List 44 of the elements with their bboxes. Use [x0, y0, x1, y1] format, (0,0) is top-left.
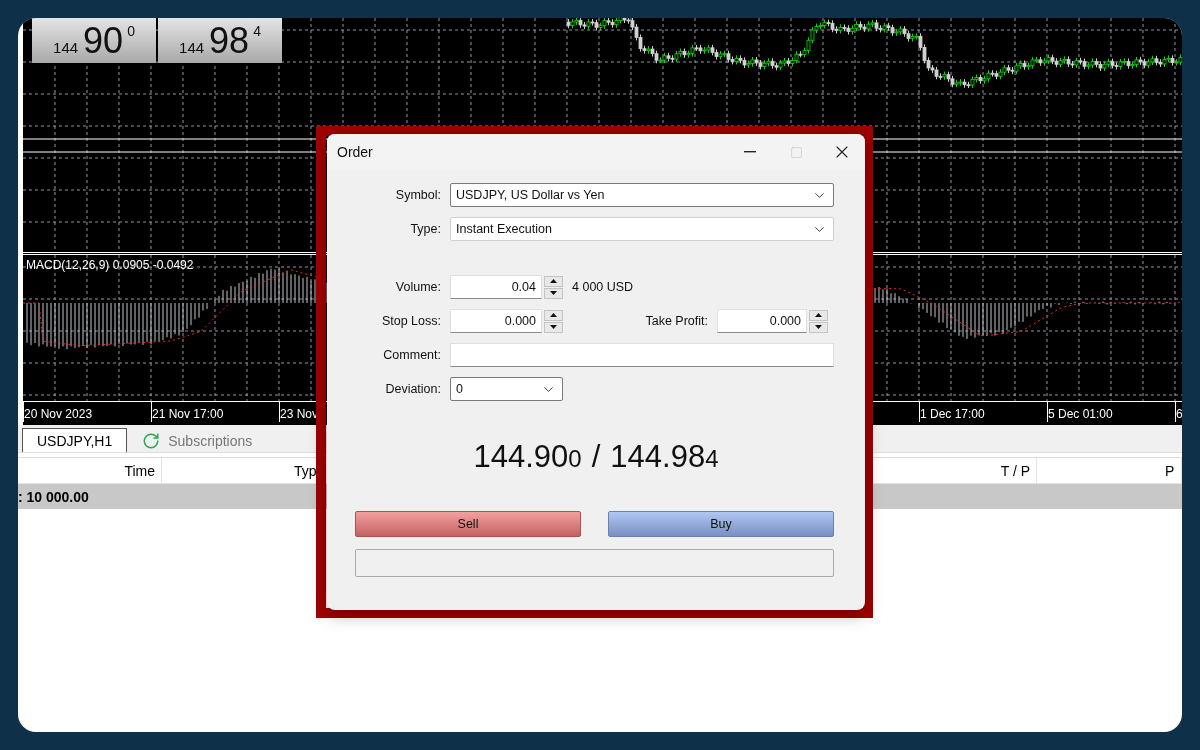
- field-label: Volume:: [394, 280, 441, 294]
- indicator-label: MACD(12,26,9) 0.0905 -0.0492: [26, 258, 194, 272]
- time-axis-label: 20 Nov 2023: [23, 402, 93, 422]
- comment-field[interactable]: [450, 343, 834, 367]
- symbol-dropdown[interactable]: USDJPY, US Dollar vs Yen: [450, 183, 834, 207]
- triangle-up-icon: [550, 313, 557, 317]
- price-quote: 144.900 / 144.984: [472, 439, 720, 475]
- minimize-icon: [744, 151, 756, 153]
- spin-up-button[interactable]: [544, 275, 563, 287]
- spin-up-button[interactable]: [544, 309, 563, 321]
- chart-tab[interactable]: USDJPY,H1: [22, 428, 128, 452]
- chart-tab[interactable]: Subscriptions: [127, 428, 268, 452]
- buy-button[interactable]: Buy: [608, 511, 834, 537]
- triangle-up-icon: [550, 279, 557, 283]
- sell-button[interactable]: Sell: [355, 511, 581, 537]
- triangle-down-icon: [550, 291, 557, 295]
- field-label: Stop Loss:: [380, 314, 441, 328]
- spin-down-button[interactable]: [544, 321, 563, 333]
- window-title: Order: [337, 144, 374, 160]
- field-label: Deviation:: [384, 382, 441, 396]
- volume-field[interactable]: 0.04: [450, 275, 542, 299]
- take-profit-field[interactable]: 0.000: [717, 309, 807, 333]
- triangle-down-icon: [815, 325, 822, 329]
- field-label: Symbol:: [394, 188, 441, 202]
- spin-down-button[interactable]: [809, 321, 828, 333]
- volume-note: 4 000 USD: [572, 280, 634, 294]
- time-axis-label: 1 Dec 17:00: [919, 402, 985, 422]
- field-label: Comment:: [382, 348, 441, 362]
- spin-up-button[interactable]: [809, 309, 828, 321]
- field-label: Take Profit:: [644, 314, 708, 328]
- maximize-icon: [789, 145, 803, 159]
- stop-loss-field[interactable]: 0.000: [450, 309, 542, 333]
- field-label: Type:: [409, 222, 441, 236]
- time-axis-label: 21 Nov 17:00: [151, 402, 224, 422]
- refresh-icon: [142, 431, 161, 450]
- column-header[interactable]: P: [1037, 458, 1182, 483]
- column-header[interactable]: Time: [18, 458, 162, 483]
- time-axis-label: 5 Dec 01:00: [1047, 402, 1113, 422]
- triangle-up-icon: [815, 313, 822, 317]
- triangle-down-icon: [550, 325, 557, 329]
- deviation-dropdown[interactable]: 0: [450, 377, 563, 401]
- spin-down-button[interactable]: [544, 287, 563, 299]
- type-dropdown[interactable]: Instant Execution: [450, 217, 834, 241]
- time-axis-label: 6: [1175, 402, 1182, 422]
